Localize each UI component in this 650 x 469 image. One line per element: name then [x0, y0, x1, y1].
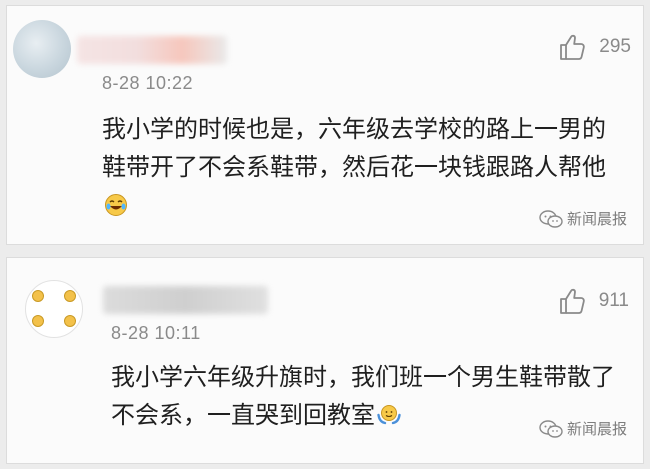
thumbs-up-icon: [560, 34, 586, 60]
shrug-icon: [377, 405, 401, 425]
wechat-icon: [539, 419, 563, 438]
like-button[interactable]: 911: [557, 286, 629, 316]
comment-body: 我小学的时候也是，六年级去学校的路上一男的鞋带开了不会系鞋带，然后花一块钱跟路人…: [102, 115, 606, 181]
sticker-icon: [32, 315, 44, 327]
sticker-icon: [64, 290, 76, 302]
watermark-text: 新闻晨报: [566, 420, 627, 438]
watermark: 新闻晨报: [539, 418, 627, 439]
avatar[interactable]: [13, 20, 71, 78]
sticker-icon: [32, 290, 44, 302]
comment-timestamp: 8-28 10:22: [102, 73, 194, 93]
watermark-text: 新闻晨报: [566, 210, 627, 228]
comment-timestamp: 8-28 10:11: [111, 323, 201, 343]
comment-text: 我小学的时候也是，六年级去学校的路上一男的鞋带开了不会系鞋带，然后花一块钱跟路人…: [102, 110, 622, 224]
wechat-icon: [539, 209, 563, 228]
watermark: 新闻晨报: [539, 208, 627, 229]
like-count: 911: [598, 290, 629, 311]
comment-card: 8-28 10:22 295 我小学的时候也是，六年级去学校的路上一男的鞋带开了…: [6, 5, 644, 245]
username-blurred: [77, 36, 227, 64]
like-button[interactable]: 295: [557, 32, 631, 62]
comment-card: 8-28 10:11 911 我小学六年级升旗时，我们班一个男生鞋带散了不会系，…: [6, 257, 644, 464]
laughing-crying-icon: [105, 194, 127, 216]
thumbs-up-icon: [559, 288, 585, 314]
like-count: 295: [599, 36, 631, 57]
username-blurred: [103, 286, 268, 314]
sticker-icon: [64, 315, 76, 327]
avatar[interactable]: [25, 280, 83, 338]
